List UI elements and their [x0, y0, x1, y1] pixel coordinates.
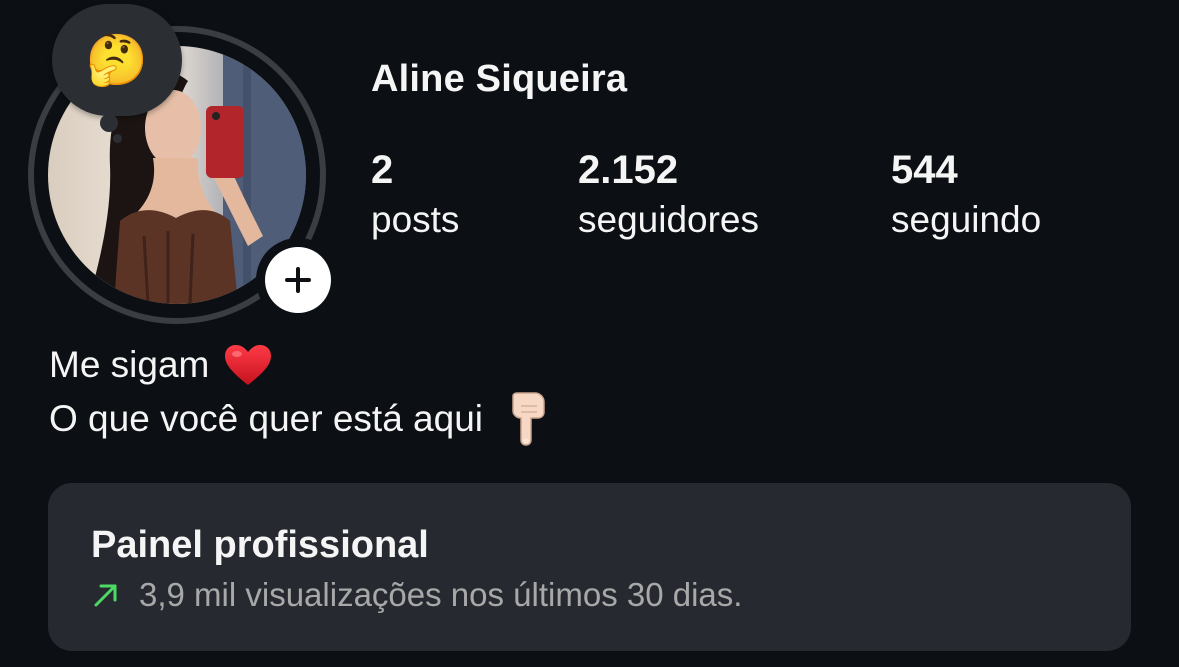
bio: Me sigam O que você quer está aqui: [49, 338, 547, 446]
posts-stat[interactable]: 2 posts: [371, 146, 459, 246]
followers-label: seguidores: [578, 199, 760, 240]
posts-count: 2: [371, 148, 394, 192]
dashboard-subtitle: 3,9 mil visualizações nos últimos 30 dia…: [139, 576, 743, 613]
pointing-down-hand-icon: [507, 392, 547, 446]
followers-stat[interactable]: 2.152 seguidores: [578, 146, 759, 246]
bio-text-2: O que você quer está aqui: [49, 398, 484, 439]
bio-line-1: Me sigam: [49, 338, 547, 392]
note-bubble[interactable]: 🤔: [52, 4, 182, 116]
plus-icon: [285, 267, 311, 293]
red-heart-icon: [223, 343, 273, 387]
professional-dashboard-button[interactable]: Painel profissional 3,9 mil visualizaçõe…: [48, 483, 1131, 651]
bio-text-1: Me sigam: [49, 344, 210, 385]
trend-up-arrow-icon: [94, 584, 117, 607]
note-bubble-tail: [100, 114, 118, 132]
thinking-face-icon: 🤔: [85, 32, 149, 88]
add-story-button[interactable]: [256, 238, 340, 322]
posts-label: posts: [371, 199, 460, 240]
add-story-circle: [265, 247, 331, 313]
profile-name: Aline Siqueira: [371, 58, 628, 100]
bio-line-2: O que você quer está aqui: [49, 392, 547, 446]
following-count: 544: [891, 148, 958, 192]
dashboard-title: Painel profissional: [91, 524, 429, 566]
note-bubble-tail-small: [113, 134, 122, 143]
following-label: seguindo: [891, 199, 1042, 240]
dashboard-subtitle-row: 3,9 mil visualizações nos últimos 30 dia…: [91, 576, 742, 614]
followers-count: 2.152: [578, 148, 679, 192]
profile-page: 🤔 Aline Siqueira 2 posts 2.152 seguidore…: [0, 0, 1179, 667]
following-stat[interactable]: 544 seguindo: [891, 146, 1041, 246]
